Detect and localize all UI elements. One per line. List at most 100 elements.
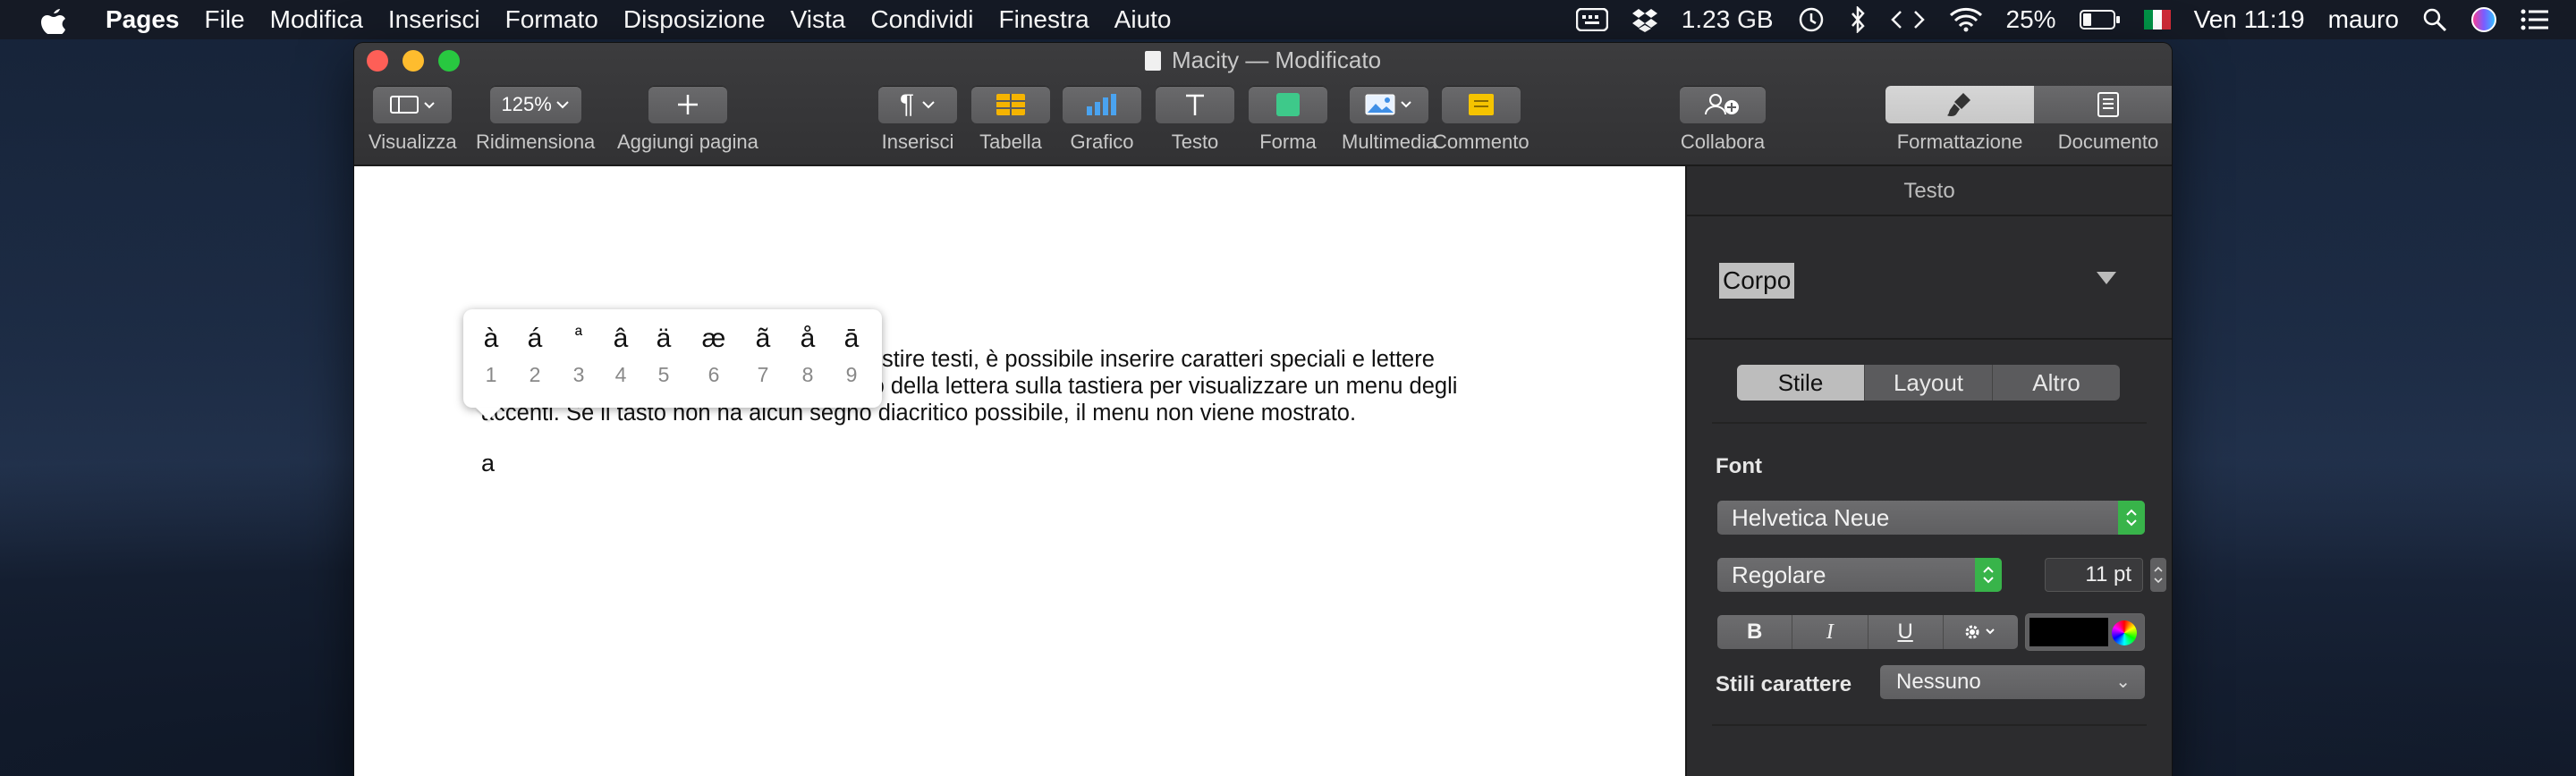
collaborate-label: Collabora [1680, 131, 1766, 153]
font-size-field[interactable]: 11 pt [2045, 558, 2143, 592]
document-status: — Modificato [1245, 46, 1382, 73]
menu-disposizione[interactable]: Disposizione [623, 5, 766, 34]
wifi-icon[interactable] [1949, 0, 1983, 39]
insert-button[interactable]: ¶ [878, 86, 957, 123]
accent-option[interactable]: à1 [470, 322, 512, 387]
keyboard-viewer-icon[interactable] [1575, 0, 1608, 39]
text-label: Testo [1171, 131, 1219, 153]
siri-icon[interactable] [2470, 0, 2497, 39]
accent-option[interactable]: ª3 [558, 322, 599, 387]
text-tool[interactable]: Testo [1156, 86, 1234, 154]
menu-modifica[interactable]: Modifica [270, 5, 363, 34]
add-page-button[interactable] [648, 86, 727, 123]
bluetooth-icon[interactable] [1849, 0, 1867, 39]
zoom-value: 125% [501, 93, 552, 115]
bold-button[interactable]: B [1717, 615, 1792, 649]
zoom-dropdown[interactable]: 125% [489, 86, 581, 123]
collaborate-button[interactable] [1680, 86, 1766, 123]
accent-option[interactable]: ã7 [742, 322, 784, 387]
text-options-button[interactable] [1942, 615, 2018, 649]
chart-tool[interactable]: Grafico [1063, 86, 1141, 154]
text-box-icon [1186, 94, 1204, 115]
up-down-arrows-icon [2118, 501, 2145, 535]
font-size-stepper[interactable] [2150, 558, 2166, 592]
comment-tool[interactable]: Commento [1433, 86, 1530, 154]
italic-button[interactable]: I [1792, 615, 1867, 649]
notification-center-icon[interactable] [2521, 0, 2549, 39]
menu-finestra[interactable]: Finestra [999, 5, 1089, 34]
disclosure-triangle-icon[interactable] [2097, 272, 2116, 284]
document-inspector-button[interactable] [2034, 86, 2172, 123]
zoom-tool[interactable]: 125% Ridimensiona [476, 86, 595, 154]
user-name[interactable]: mauro [2328, 5, 2399, 34]
character-style-popup[interactable]: Nessuno ⌄ [1880, 665, 2145, 699]
dropbox-icon[interactable] [1631, 0, 1658, 39]
table-button[interactable] [971, 86, 1050, 123]
text-color-well[interactable] [2025, 613, 2145, 651]
accent-option[interactable]: â4 [600, 322, 641, 387]
accent-option[interactable]: ā9 [831, 322, 872, 387]
collaborate-tool[interactable]: Collabora [1680, 86, 1766, 154]
menu-vista[interactable]: Vista [791, 5, 846, 34]
status-area: 1.23 GB 25% Ven 11:19 mauro [1575, 0, 2549, 39]
menu-app-pages[interactable]: Pages [106, 5, 180, 34]
media-label: Multimedia [1342, 131, 1437, 153]
menu-file[interactable]: File [205, 5, 245, 34]
time-machine-icon[interactable] [1797, 0, 1826, 39]
tab-altro[interactable]: Altro [1992, 365, 2120, 401]
menu-aiuto[interactable]: Aiuto [1114, 5, 1172, 34]
chevron-down-icon: ⌄ [2115, 672, 2131, 692]
clock[interactable]: Ven 11:19 [2194, 5, 2305, 34]
comment-label: Commento [1433, 131, 1530, 153]
comment-button[interactable] [1441, 86, 1521, 123]
accent-option[interactable]: ä5 [643, 322, 684, 387]
divider [1712, 422, 2147, 424]
paragraph-icon: ¶ [899, 89, 915, 119]
color-wheel-icon[interactable] [2112, 620, 2137, 645]
underline-button[interactable]: U [1867, 615, 1943, 649]
shape-button[interactable] [1249, 86, 1327, 123]
accent-option[interactable]: æ6 [693, 322, 734, 387]
inspector-segmented-control[interactable] [1885, 86, 2172, 123]
accent-option[interactable]: å8 [787, 322, 828, 387]
chart-button[interactable] [1063, 86, 1141, 123]
text-color-swatch[interactable] [2029, 618, 2108, 646]
media-button[interactable] [1350, 86, 1429, 123]
font-family-popup[interactable]: Helvetica Neue [1717, 501, 2145, 535]
zoom-label: Ridimensiona [476, 131, 596, 153]
menu-formato[interactable]: Formato [505, 5, 598, 34]
media-tool[interactable]: Multimedia [1342, 86, 1436, 154]
menu-condividi[interactable]: Condividi [870, 5, 973, 34]
accent-option[interactable]: á2 [514, 322, 555, 387]
shape-tool[interactable]: Forma [1249, 86, 1327, 154]
sidebar-layout-icon [390, 96, 436, 114]
paintbrush-icon [1947, 93, 1970, 116]
apple-menu-icon[interactable] [36, 0, 72, 39]
italian-flag-icon[interactable] [2143, 0, 2171, 39]
paragraph-style-selector[interactable]: Corpo [1687, 216, 2172, 340]
tab-layout[interactable]: Layout [1864, 365, 1992, 401]
view-tool[interactable]: Visualizza [369, 86, 457, 154]
insert-tool[interactable]: ¶ Inserisci [878, 86, 957, 154]
code-brackets-icon[interactable] [1890, 0, 1926, 39]
text-button[interactable] [1156, 86, 1234, 123]
battery-icon[interactable] [2079, 0, 2121, 39]
format-inspector-button[interactable] [1885, 86, 2034, 123]
tab-stile[interactable]: Stile [1737, 365, 1864, 401]
view-button[interactable] [373, 86, 453, 123]
font-style-popup[interactable]: Regolare [1717, 558, 2002, 592]
document-canvas[interactable]: Nelle applicazioni che consentono di ges… [354, 166, 1685, 776]
shape-label: Forma [1259, 131, 1317, 153]
divider [1712, 724, 2147, 726]
battery-percentage: 25% [2005, 5, 2056, 33]
plus-icon [677, 95, 698, 114]
collaborate-icon [1705, 94, 1739, 115]
menu-inserisci[interactable]: Inserisci [388, 5, 480, 34]
storage-indicator: 1.23 GB [1681, 5, 1774, 33]
spotlight-search-icon[interactable] [2422, 0, 2447, 39]
add-page-tool[interactable]: Aggiungi pagina [617, 86, 758, 154]
font-style-value: Regolare [1732, 561, 1826, 588]
font-family-value: Helvetica Neue [1732, 504, 1890, 531]
insert-label: Inserisci [881, 131, 954, 153]
table-tool[interactable]: Tabella [971, 86, 1050, 154]
